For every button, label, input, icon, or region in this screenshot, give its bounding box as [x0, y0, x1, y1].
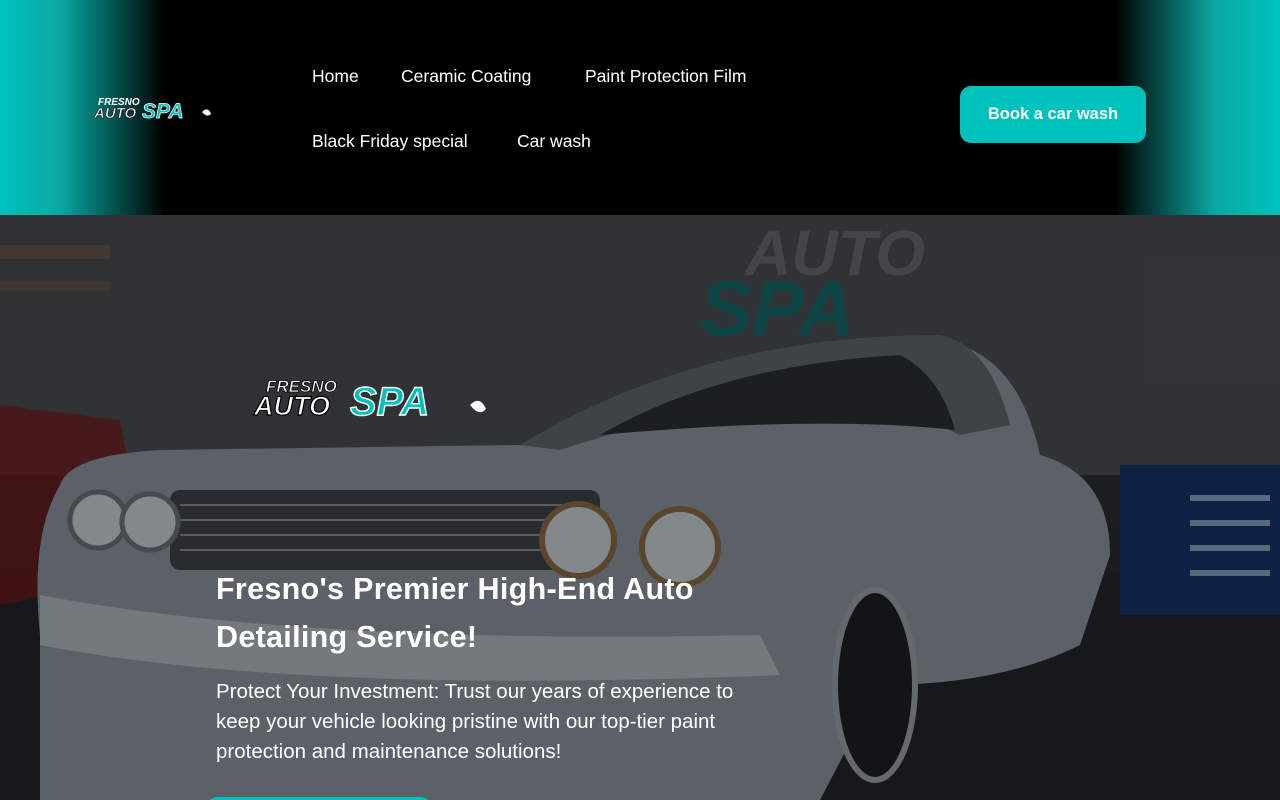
logo-small[interactable]: FRESNO AUTO SPA: [90, 92, 215, 128]
hero-section: AUTO SPA FRESNO AUTO SPA Fresno's Premie…: [0, 215, 1280, 800]
site-header: FRESNO AUTO SPA Home Ceramic Coating Pai…: [0, 0, 1280, 215]
logo-small-spa: SPA: [142, 100, 184, 123]
main-nav: Home Ceramic Coating Paint Protection Fi…: [312, 0, 872, 215]
nav-item-home[interactable]: Home: [312, 66, 359, 87]
hero-logo-auto: AUTO: [253, 391, 330, 421]
hero-headline: Fresno's Premier High-End Auto Detailing…: [216, 572, 694, 654]
hero-logo-spa: SPA: [350, 380, 429, 424]
nav-item-ceramic-coating[interactable]: Ceramic Coating: [401, 66, 531, 87]
nav-item-black-friday-special[interactable]: Black Friday special: [312, 131, 468, 152]
nav-item-paint-protection-film[interactable]: Paint Protection Film: [585, 66, 746, 87]
hero-subtext: Protect Your Investment: Trust our years…: [216, 680, 734, 763]
logo-small-auto: AUTO: [93, 105, 137, 122]
hero-logo: FRESNO AUTO SPA: [252, 377, 486, 425]
nav-item-car-wash[interactable]: Car wash: [517, 131, 591, 152]
book-car-wash-button[interactable]: Book a car wash: [960, 86, 1146, 143]
